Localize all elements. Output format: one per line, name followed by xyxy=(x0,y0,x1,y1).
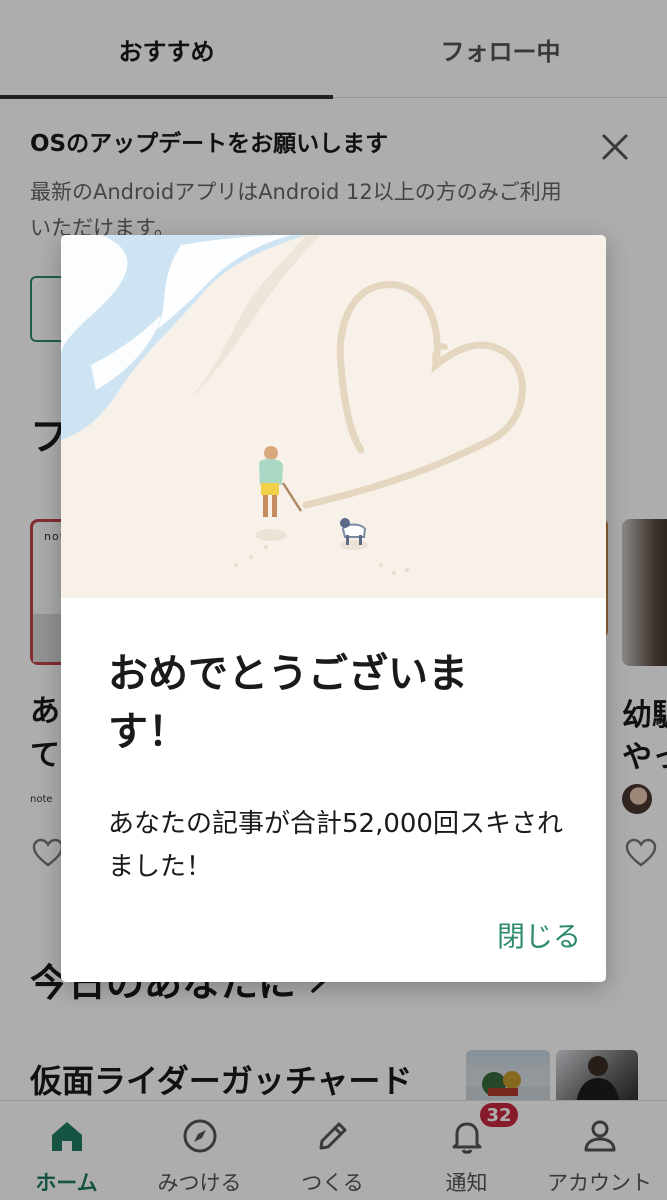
congratulations-dialog: おめでとうございます！ あなたの記事が合計52,000回スキされました！ 閉じる xyxy=(61,235,606,982)
close-button[interactable]: 閉じる xyxy=(481,915,581,955)
dialog-message: あなたの記事が合計52,000回スキされました！ xyxy=(108,809,563,882)
dialog-title: おめでとうございます！ xyxy=(108,651,468,755)
beach-heart-illustration xyxy=(61,235,606,598)
